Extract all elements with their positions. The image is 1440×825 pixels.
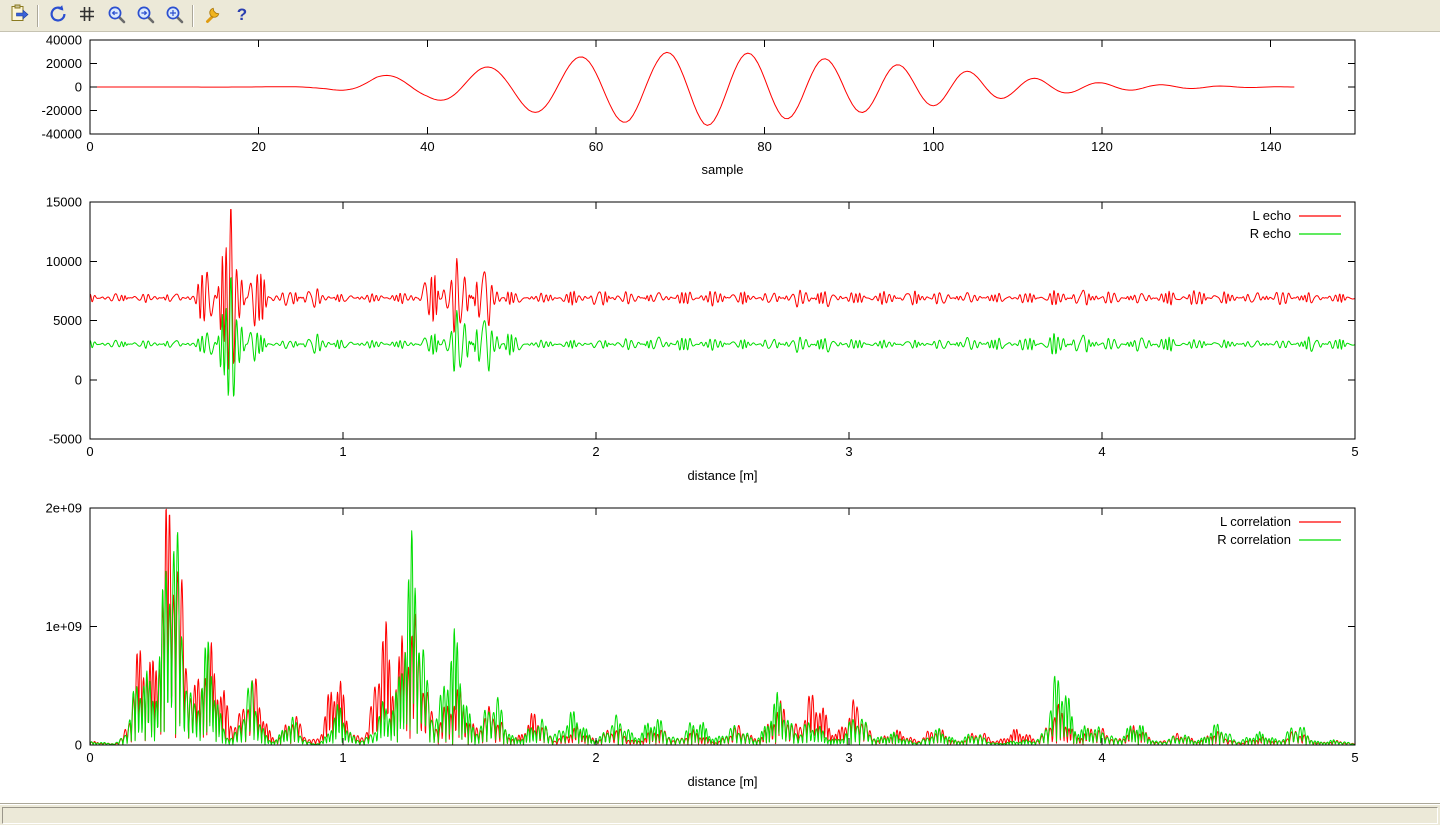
x-tick-label: 5 — [1351, 444, 1358, 459]
y-tick-label: -20000 — [42, 103, 82, 118]
y-tick-label: 0 — [75, 80, 82, 95]
x-tick-label: 60 — [589, 139, 603, 154]
y-tick-label: 10000 — [46, 254, 82, 269]
y-tick-label: 5000 — [53, 313, 82, 328]
magnifier-right-icon — [135, 4, 155, 27]
echo-chart[interactable]: 0 1 2 3 4 5 -5000 0 5000 10000 15000 distance [m] L … — [0, 184, 1440, 494]
x-tick-label: 2 — [592, 444, 599, 459]
signal-chart[interactable]: 0 20 40 60 80 100 120 140 -40000 -20000 0 20000 4000… — [0, 32, 1440, 184]
x-tick-label: 4 — [1098, 444, 1105, 459]
gnuplot-window: ? 020406080100120140-40000-2000002000040… — [0, 0, 1440, 825]
plot-area: 020406080100120140-40000-200000200004000… — [0, 32, 1440, 804]
replot-button[interactable] — [44, 3, 71, 29]
toolbar-separator — [192, 5, 194, 27]
legend-label: L correlation — [1220, 514, 1291, 529]
autoscale-button[interactable] — [160, 3, 187, 29]
wrench-icon — [203, 4, 223, 27]
copy-to-clipboard-button[interactable] — [5, 3, 32, 29]
x-axis-label: distance [m] — [687, 468, 757, 483]
refresh-icon — [48, 4, 68, 27]
grid-icon — [77, 4, 97, 27]
plot-border — [90, 202, 1355, 439]
x-tick-label: 3 — [845, 444, 852, 459]
zoom-next-button[interactable] — [131, 3, 158, 29]
x-tick-label: 80 — [757, 139, 771, 154]
zoom-previous-button[interactable] — [102, 3, 129, 29]
magnifier-icon — [164, 4, 184, 27]
x-tick-label: 140 — [1260, 139, 1282, 154]
x-tick-label: 120 — [1091, 139, 1113, 154]
y-tick-label: -5000 — [49, 432, 82, 447]
x-tick-label: 0 — [86, 750, 93, 765]
y-tick-label: 40000 — [46, 33, 82, 48]
x-axis-label: sample — [702, 162, 744, 177]
x-tick-label: 40 — [420, 139, 434, 154]
correlation-chart[interactable]: 0 1 2 3 4 5 0 1e+09 2e+09 distance [m] L correlati… — [0, 494, 1440, 804]
y-tick-label: 20000 — [46, 56, 82, 71]
y-tick-label: 0 — [75, 372, 82, 387]
series-chirp-signal — [90, 52, 1294, 125]
magnifier-left-icon — [106, 4, 126, 27]
x-tick-label: 4 — [1098, 750, 1105, 765]
x-tick-label: 0 — [86, 139, 93, 154]
y-tick-label: 2e+09 — [45, 501, 82, 516]
svg-text:?: ? — [236, 5, 246, 24]
toolbar: ? — [0, 0, 1440, 32]
x-tick-label: 1 — [339, 750, 346, 765]
x-axis-label: distance [m] — [687, 774, 757, 789]
clipboard-export-icon — [9, 4, 29, 27]
status-field — [2, 807, 1438, 824]
legend-label: L echo — [1252, 208, 1291, 223]
y-tick-label: 0 — [75, 738, 82, 753]
series-l-correlation — [90, 509, 1355, 745]
legend-label: R echo — [1250, 226, 1291, 241]
x-tick-label: 3 — [845, 750, 852, 765]
status-bar — [0, 804, 1440, 825]
y-tick-label: 15000 — [46, 195, 82, 210]
x-tick-label: 5 — [1351, 750, 1358, 765]
plot-border — [90, 508, 1355, 745]
legend-label: R correlation — [1217, 532, 1291, 547]
question-mark-icon: ? — [232, 4, 252, 27]
help-button[interactable]: ? — [228, 3, 255, 29]
configure-button[interactable] — [199, 3, 226, 29]
series-r-correlation — [90, 531, 1355, 745]
y-tick-label: -40000 — [42, 127, 82, 142]
x-tick-label: 2 — [592, 750, 599, 765]
x-tick-label: 20 — [251, 139, 265, 154]
toggle-grid-button[interactable] — [73, 3, 100, 29]
y-tick-label: 1e+09 — [45, 619, 82, 634]
x-tick-label: 1 — [339, 444, 346, 459]
toolbar-separator — [37, 5, 39, 27]
x-tick-label: 0 — [86, 444, 93, 459]
x-tick-label: 100 — [922, 139, 944, 154]
